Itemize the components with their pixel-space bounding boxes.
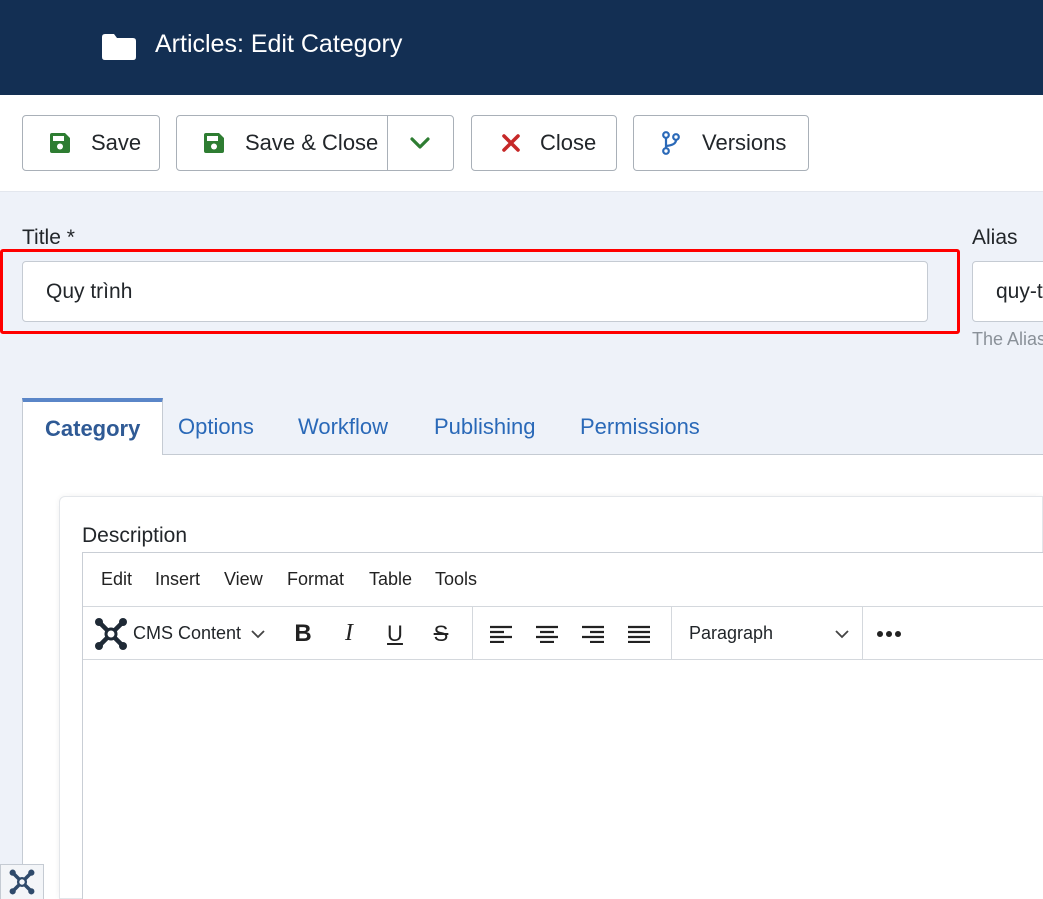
chevron-down-icon — [251, 629, 265, 638]
save-button[interactable]: Save — [22, 115, 160, 171]
floppy-disk-icon — [49, 132, 71, 154]
alias-label: Alias — [972, 226, 1018, 249]
close-icon — [500, 132, 522, 154]
block-format-value: Paragraph — [689, 623, 774, 643]
ellipsis-icon — [877, 630, 901, 637]
tab-workflow[interactable]: Workflow — [298, 398, 388, 455]
close-button-label: Close — [540, 130, 597, 155]
editor-content-area[interactable] — [83, 660, 1043, 899]
text-format-group: B I U S — [285, 607, 459, 660]
tab-category[interactable]: Category — [22, 398, 164, 456]
save-close-button-group: Save & Close — [176, 115, 454, 171]
close-button[interactable]: Close — [471, 115, 617, 171]
block-format-select[interactable]: Paragraph — [689, 607, 849, 660]
joomla-logo-icon — [95, 617, 127, 650]
save-options-dropdown-toggle[interactable] — [388, 116, 453, 170]
toolbar-separator — [671, 607, 672, 660]
save-button-label: Save — [91, 130, 142, 155]
tab-options[interactable]: Options — [178, 398, 254, 455]
page-title: Articles: Edit Category — [155, 30, 403, 58]
code-branch-icon — [660, 131, 682, 155]
chevron-down-icon — [835, 629, 849, 638]
title-field-highlight — [0, 249, 960, 334]
alias-input[interactable]: quy-t — [972, 261, 1043, 322]
italic-icon[interactable]: I — [331, 616, 367, 652]
page-header: Articles: Edit Category — [0, 0, 1043, 95]
strikethrough-icon[interactable]: S — [423, 616, 459, 652]
save-close-button-label: Save & Close — [245, 130, 379, 155]
menu-tools[interactable]: Tools — [435, 569, 477, 590]
align-center-icon[interactable] — [529, 616, 565, 652]
align-right-icon[interactable] — [575, 616, 611, 652]
menu-edit[interactable]: Edit — [101, 569, 132, 590]
folder-icon — [102, 34, 136, 60]
alias-hint: The Alias — [972, 329, 1043, 349]
chevron-down-icon — [410, 137, 430, 149]
versions-button[interactable]: Versions — [633, 115, 809, 171]
underline-icon[interactable]: U — [377, 616, 413, 652]
rich-text-editor: Edit Insert View Format Table Tools CMS … — [82, 552, 1043, 899]
align-left-icon[interactable] — [483, 616, 519, 652]
toolbar-separator — [472, 607, 473, 660]
menu-view[interactable]: View — [224, 569, 263, 590]
title-label: Title * — [22, 226, 75, 249]
joomla-logo-icon[interactable] — [0, 864, 44, 899]
cms-content-label: CMS Content — [133, 623, 242, 643]
tab-permissions[interactable]: Permissions — [580, 398, 700, 455]
save-close-button[interactable]: Save & Close — [177, 116, 388, 170]
action-toolbar: Save Save & Close Close Versions — [0, 95, 1043, 192]
tab-publishing[interactable]: Publishing — [434, 398, 536, 455]
alignment-group — [483, 607, 657, 660]
toolbar-separator — [862, 607, 863, 660]
editor-menubar: Edit Insert View Format Table Tools — [83, 553, 1043, 606]
bold-icon[interactable]: B — [285, 616, 321, 652]
more-options-button[interactable] — [875, 607, 903, 660]
menu-format[interactable]: Format — [287, 569, 344, 590]
tab-bar: Category Options Workflow Publishing Per… — [22, 398, 1043, 456]
menu-insert[interactable]: Insert — [155, 569, 200, 590]
cms-content-button[interactable]: CMS Content — [93, 607, 275, 660]
align-justify-icon[interactable] — [621, 616, 657, 652]
menu-table[interactable]: Table — [369, 569, 412, 590]
description-label: Description — [82, 524, 188, 547]
versions-button-label: Versions — [702, 130, 787, 155]
floppy-disk-icon — [203, 132, 225, 154]
editor-toolbar: CMS Content B I U S Paragraph — [83, 606, 1043, 660]
